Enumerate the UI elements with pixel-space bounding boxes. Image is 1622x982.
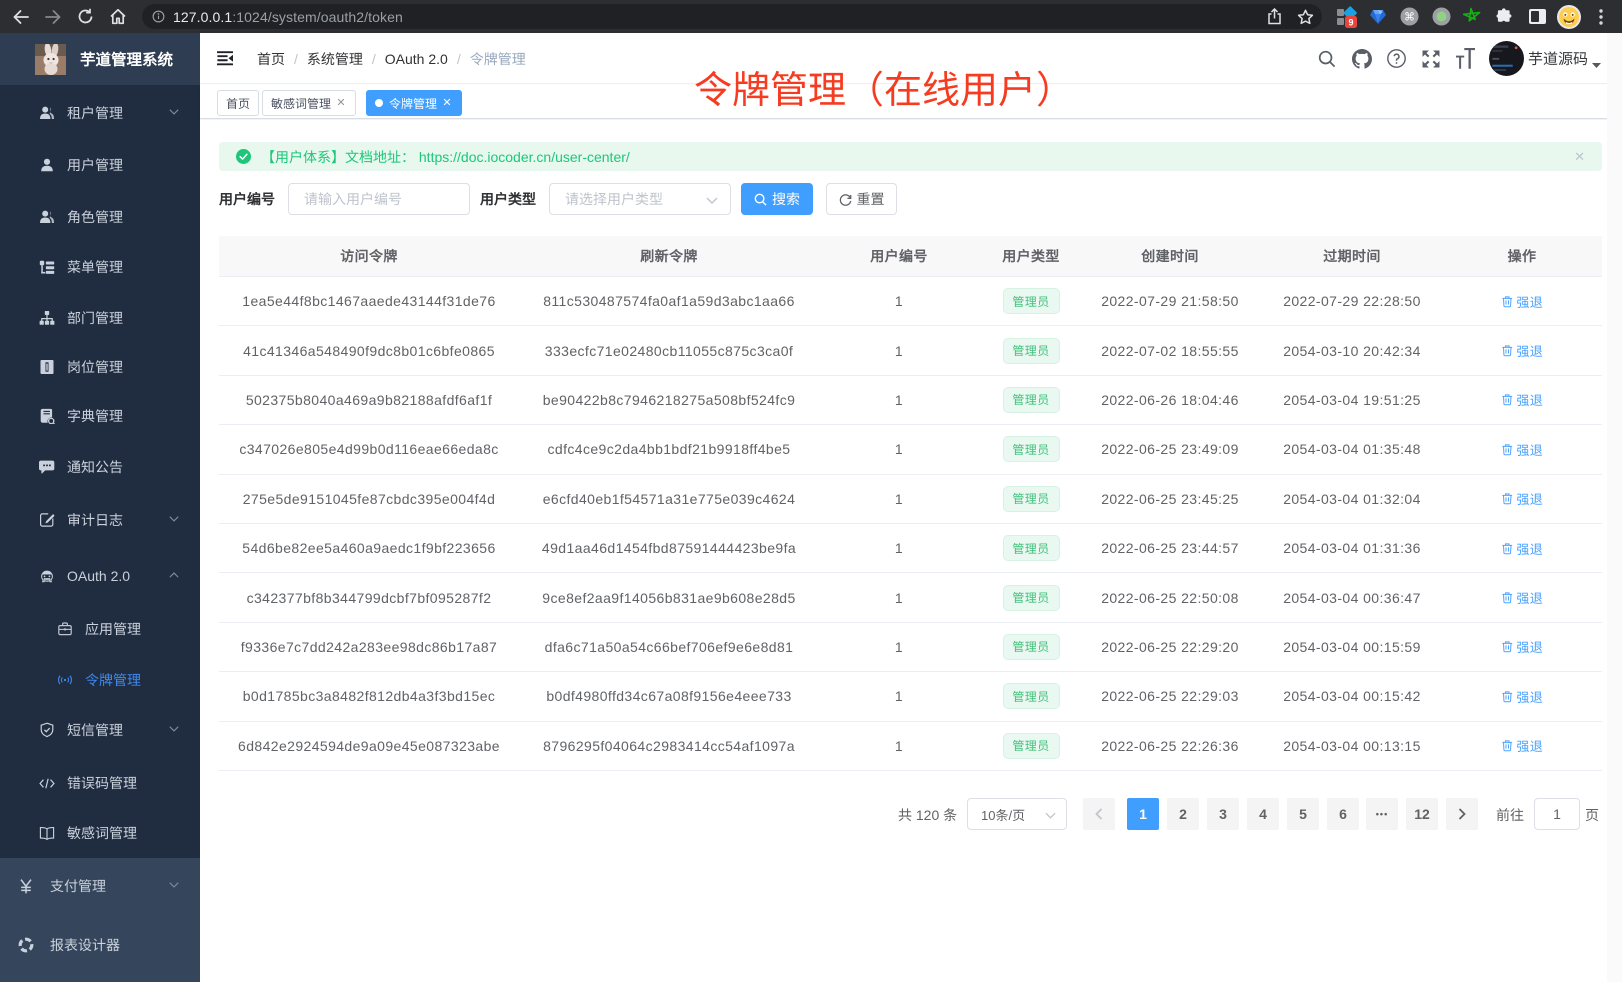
svg-text:⌘: ⌘ — [1404, 11, 1415, 23]
svg-text:9: 9 — [1348, 17, 1353, 27]
